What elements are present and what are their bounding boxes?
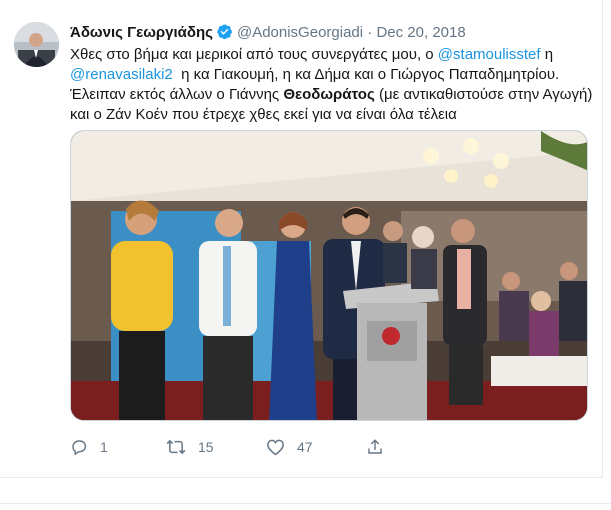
- like-count: 47: [297, 439, 313, 455]
- verified-badge-icon: [216, 23, 233, 46]
- tweet-text: Χθες στο βήμα και μερικοί από τους συνερ…: [70, 45, 595, 125]
- share-icon: [366, 438, 384, 456]
- separator-dot: ·: [367, 24, 373, 41]
- tweet-header: Άδωνις Γεωργιάδης @AdonisGeorgiadi · Dec …: [70, 23, 466, 46]
- reply-button[interactable]: 1: [70, 436, 108, 458]
- author-avatar[interactable]: [14, 22, 59, 67]
- retweet-count: 15: [198, 439, 214, 455]
- tweet-text-part: Χθες στο βήμα και μερικοί από τους συνερ…: [70, 46, 438, 63]
- tweet-text-part: η: [540, 46, 554, 63]
- tweet-text-part: η κα Γιακουμή, η κα Δήμα και ο Γιώργος Π…: [172, 66, 560, 83]
- tweet-photo[interactable]: [70, 130, 588, 421]
- tweet-text-part: Έλειπαν εκτός άλλων ο Γιάννης: [70, 86, 284, 103]
- author-name[interactable]: Άδωνις Γεωργιάδης: [70, 24, 213, 41]
- author-handle[interactable]: @AdonisGeorgiadi: [237, 24, 363, 41]
- divider: [0, 503, 611, 504]
- mention-link[interactable]: @stamoulisstef: [438, 46, 541, 63]
- share-button[interactable]: [366, 436, 384, 458]
- bold-name: Θεοδωράτος: [283, 86, 375, 103]
- like-button[interactable]: 47: [266, 436, 313, 458]
- reply-icon: [70, 438, 88, 456]
- retweet-icon: [166, 438, 186, 456]
- retweet-button[interactable]: 15: [166, 436, 214, 458]
- mention-link[interactable]: @renavasilaki2: [70, 66, 173, 83]
- tweet-actions: 1 15 47: [70, 436, 400, 458]
- tweet-date[interactable]: Dec 20, 2018: [376, 24, 465, 41]
- reply-count: 1: [100, 439, 108, 455]
- like-icon: [266, 438, 285, 456]
- tweet-card: Άδωνις Γεωργιάδης @AdonisGeorgiadi · Dec …: [0, 0, 603, 478]
